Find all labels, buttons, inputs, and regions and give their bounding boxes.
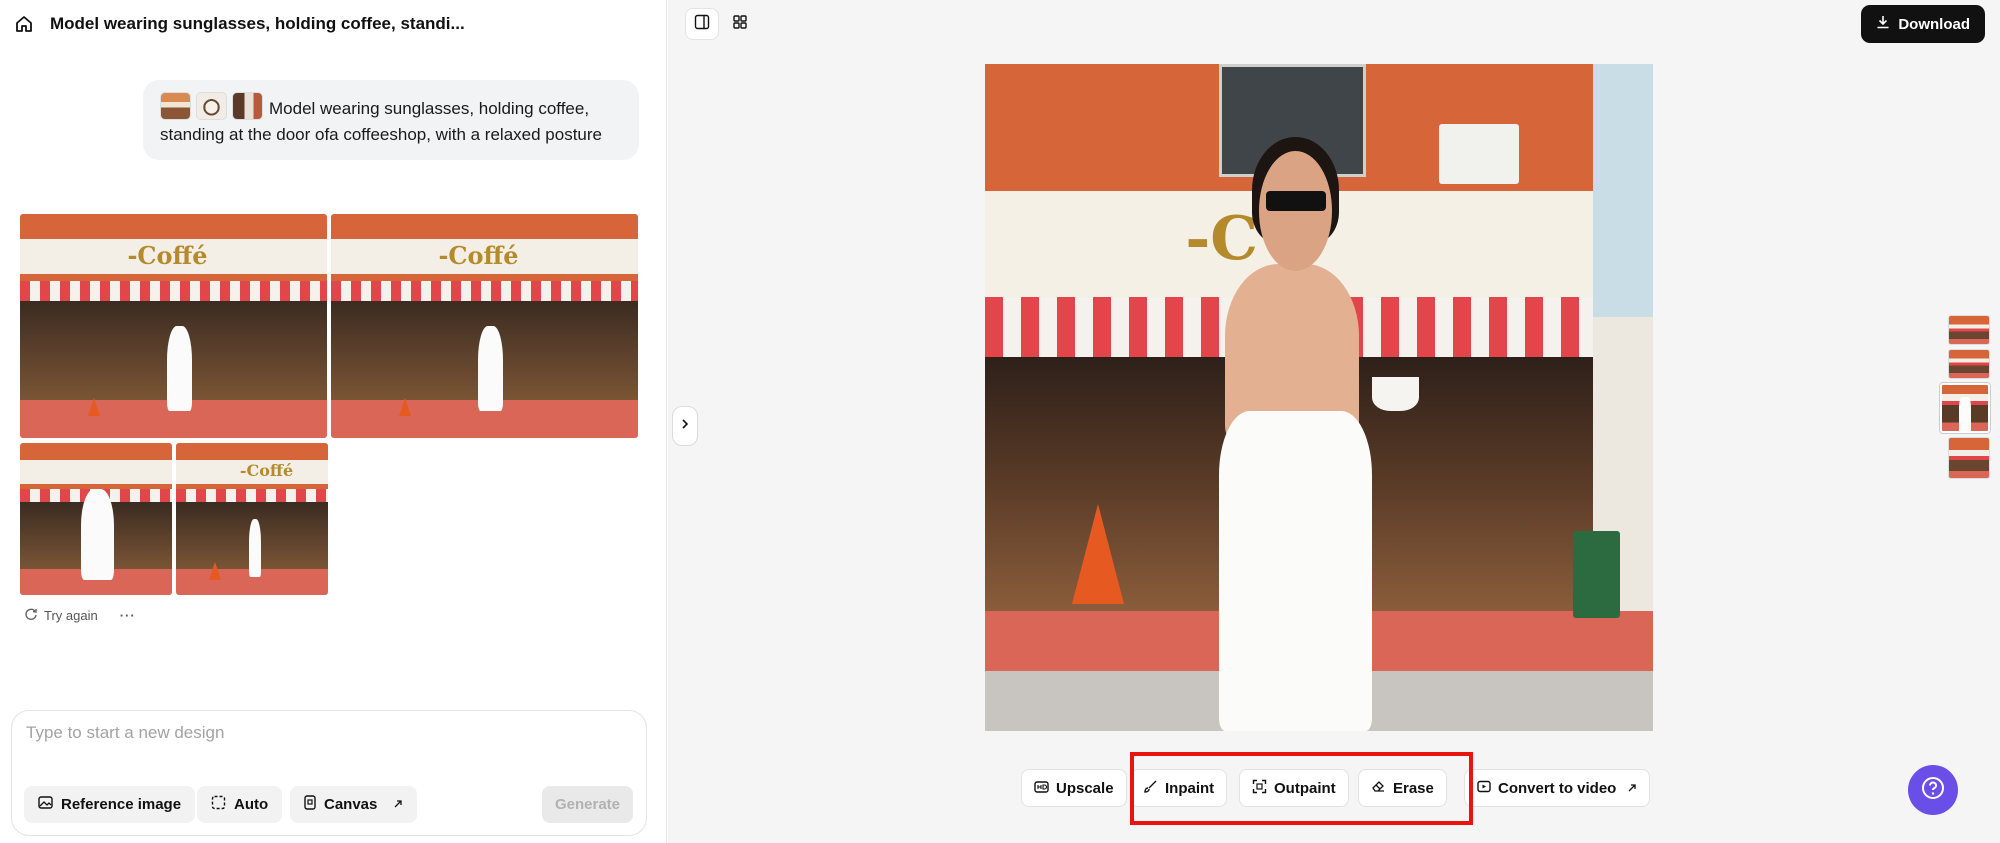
inpaint-label: Inpaint — [1165, 779, 1215, 797]
hd-icon — [1034, 780, 1049, 797]
main-preview-image[interactable]: -C — [985, 64, 1653, 731]
brush-icon — [1143, 779, 1158, 798]
grid-view-button[interactable] — [723, 8, 757, 40]
reference-thumbnails — [160, 92, 263, 120]
try-again-label: Try again — [44, 608, 98, 623]
frame-icon — [211, 795, 226, 814]
reference-thumb[interactable] — [196, 92, 227, 120]
eraser-icon — [1371, 779, 1386, 797]
video-icon — [1477, 780, 1491, 797]
reference-thumb[interactable] — [160, 92, 191, 120]
panel-layout-icon — [694, 14, 710, 35]
canvas-button[interactable]: Canvas — [290, 786, 418, 823]
download-button[interactable]: Download — [1861, 5, 1985, 43]
outpaint-button[interactable]: Outpaint — [1239, 769, 1349, 807]
auto-button[interactable]: Auto — [197, 786, 283, 823]
image-icon — [38, 796, 53, 813]
reference-image-label: Reference image — [61, 796, 182, 813]
inpaint-button[interactable]: Inpaint — [1130, 769, 1228, 807]
prompt-message: Model wearing sunglasses, holding coffee… — [143, 80, 639, 160]
variation-strip — [1940, 315, 1990, 479]
auto-label: Auto — [234, 796, 269, 813]
convert-to-video-label: Convert to video — [1498, 779, 1617, 797]
prompt-input[interactable] — [26, 723, 626, 743]
image-actions: Try again ··· — [24, 607, 136, 624]
erase-button[interactable]: Erase — [1358, 769, 1447, 807]
generated-image-4[interactable]: -Coffé — [176, 443, 328, 595]
outpaint-label: Outpaint — [1274, 779, 1336, 797]
page-title: Model wearing sunglasses, holding coffee… — [50, 14, 465, 33]
download-icon — [1876, 15, 1890, 33]
upscale-label: Upscale — [1056, 779, 1114, 797]
reference-thumb[interactable] — [232, 92, 263, 120]
help-icon — [1921, 776, 1945, 805]
more-options-button[interactable]: ··· — [120, 608, 136, 623]
try-again-button[interactable]: Try again — [24, 607, 98, 624]
single-view-button[interactable] — [685, 8, 719, 40]
generate-button[interactable]: Generate — [542, 786, 633, 823]
canvas-label: Canvas — [324, 796, 378, 813]
external-link-icon — [1627, 780, 1637, 797]
external-link-icon — [393, 796, 403, 813]
chat-panel: Model wearing sunglasses, holding coffee… — [0, 0, 667, 843]
sign-text: -Coffé — [239, 461, 294, 481]
main-sign-text: -C — [1185, 204, 1259, 275]
expand-icon — [1252, 779, 1267, 798]
variation-thumb-3-selected[interactable] — [1940, 383, 1990, 433]
generated-image-2[interactable]: -Coffé — [331, 214, 638, 438]
reference-image-button[interactable]: Reference image — [24, 786, 196, 823]
header: Model wearing sunglasses, holding coffee… — [14, 12, 465, 36]
sign-text: -Coffé — [438, 240, 519, 270]
generated-image-1[interactable]: -Coffé — [20, 214, 327, 438]
variation-thumb-4[interactable] — [1948, 437, 1990, 479]
sign-text: -Coffé — [127, 240, 208, 270]
home-icon[interactable] — [14, 14, 34, 34]
refresh-icon — [24, 607, 38, 624]
variation-thumb-1[interactable] — [1948, 315, 1990, 345]
canvas-icon — [304, 795, 316, 814]
erase-label: Erase — [1393, 779, 1434, 797]
generated-image-3[interactable] — [20, 443, 172, 595]
grid-icon — [732, 14, 748, 35]
convert-to-video-button[interactable]: Convert to video — [1464, 769, 1651, 807]
upscale-button[interactable]: Upscale — [1021, 769, 1127, 807]
download-label: Download — [1898, 15, 1970, 33]
help-button[interactable] — [1908, 765, 1958, 815]
expand-panel-button[interactable] — [672, 406, 698, 446]
chevron-right-icon — [680, 417, 690, 435]
composer: Reference image Auto Canvas Generate — [11, 710, 647, 836]
variation-thumb-2[interactable] — [1948, 349, 1990, 379]
